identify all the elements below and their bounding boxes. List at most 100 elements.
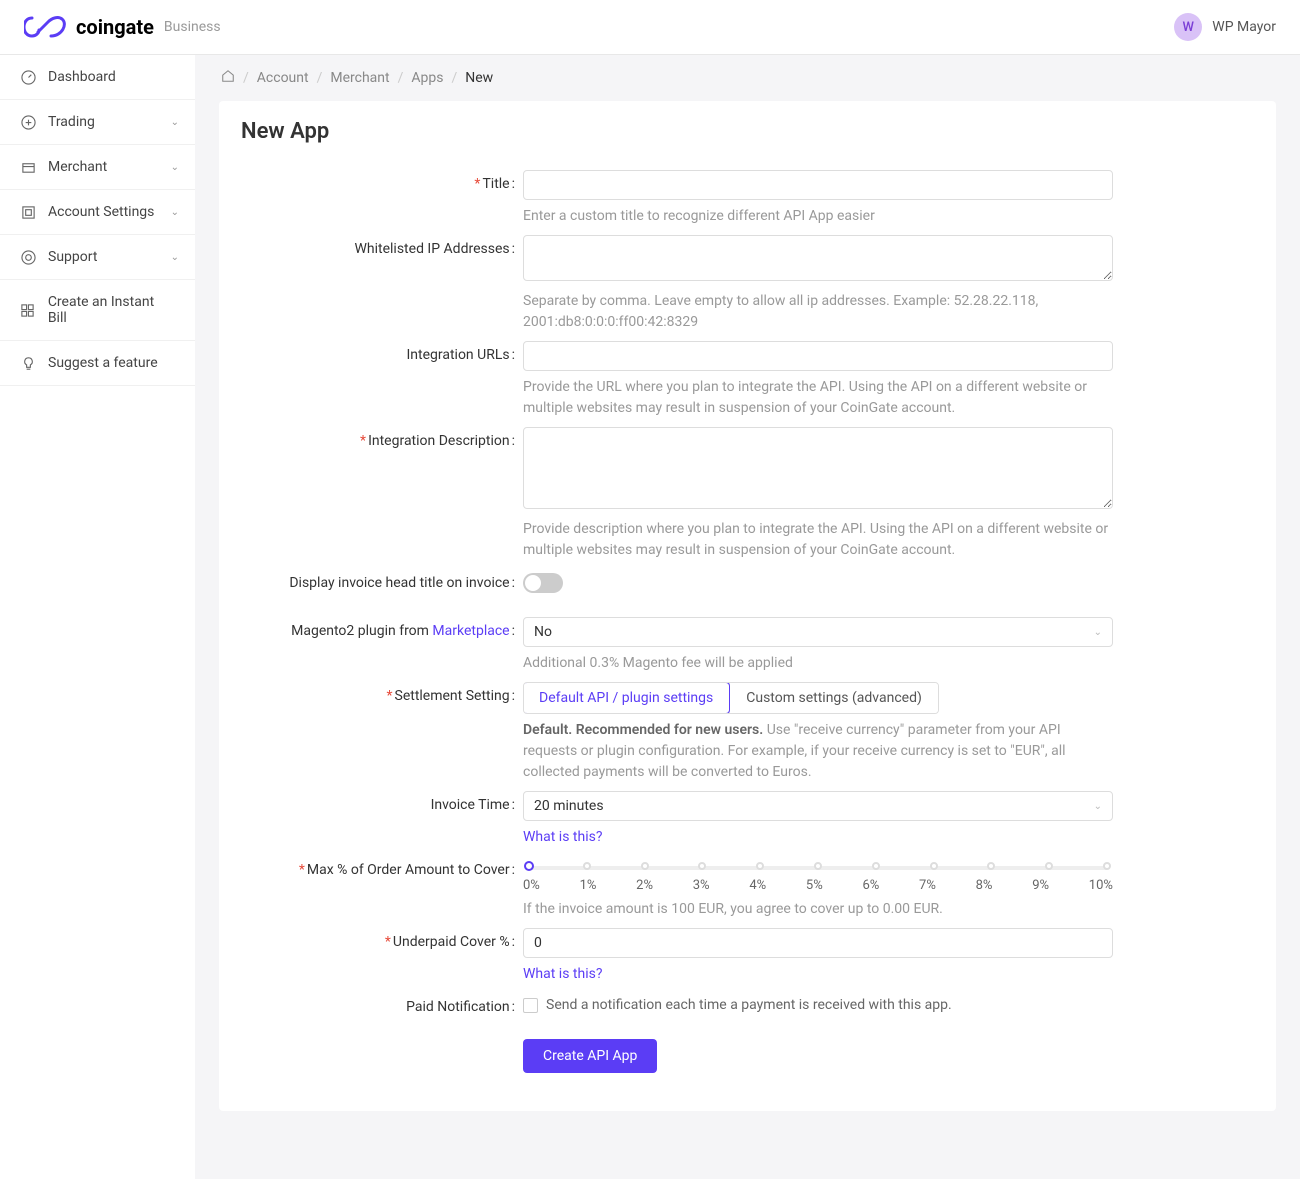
display-invoice-toggle[interactable] [523, 573, 563, 593]
slider-tick-label: 1% [580, 878, 597, 893]
breadcrumb-sep: / [243, 70, 249, 86]
slider-tick-label: 0% [523, 878, 540, 893]
underpaid-help-link[interactable]: What is this? [523, 966, 602, 982]
sidebar-item-support[interactable]: Support ⌄ [0, 235, 195, 280]
slider-tick-label: 10% [1089, 878, 1113, 893]
header: coingate Business W WP Mayor [0, 0, 1300, 55]
magento-help: Additional 0.3% Magento fee will be appl… [523, 653, 1113, 674]
slider-tick[interactable] [1103, 862, 1111, 870]
breadcrumb-account[interactable]: Account [257, 70, 309, 86]
slider-tick-label: 9% [1032, 878, 1049, 893]
display-invoice-label: Display invoice head title on invoice: [241, 569, 523, 593]
sidebar-item-label: Trading [48, 114, 95, 130]
paid-notification-label: Paid Notification: [241, 993, 523, 1015]
brand-text: coingate [76, 15, 154, 39]
avatar: W [1174, 13, 1202, 41]
slider-tick-label: 5% [806, 878, 823, 893]
title-label: *Title: [241, 170, 523, 227]
settlement-default-button[interactable]: Default API / plugin settings [523, 682, 730, 714]
form-card: New App *Title: Enter a custom title to … [219, 101, 1276, 1111]
slider-tick[interactable] [930, 862, 938, 870]
slider-tick-label: 4% [749, 878, 766, 893]
bulb-icon [20, 355, 36, 371]
invoice-time-select[interactable]: 20 minutes⌄ [523, 791, 1113, 821]
invoice-time-label: Invoice Time: [241, 791, 523, 848]
merchant-icon [20, 159, 36, 175]
bill-icon [20, 302, 36, 318]
main-content: / Account / Merchant / Apps / New New Ap… [195, 55, 1300, 1179]
support-icon [20, 249, 36, 265]
settings-icon [20, 204, 36, 220]
slider-tick[interactable] [756, 862, 764, 870]
slider-tick[interactable] [583, 862, 591, 870]
slider-tick[interactable] [524, 861, 534, 871]
slider-tick-label: 8% [976, 878, 993, 893]
dashboard-icon [20, 69, 36, 85]
integration-urls-help: Provide the URL where you plan to integr… [523, 377, 1113, 419]
sidebar-item-dashboard[interactable]: Dashboard [0, 55, 195, 100]
underpaid-input[interactable] [523, 928, 1113, 958]
max-pct-help: If the invoice amount is 100 EUR, you ag… [523, 899, 1113, 920]
sidebar-item-suggest[interactable]: Suggest a feature [0, 341, 195, 386]
breadcrumb-sep: / [398, 70, 404, 86]
chevron-down-icon: ⌄ [171, 162, 179, 173]
title-input[interactable] [523, 170, 1113, 200]
breadcrumb-sep: / [451, 70, 457, 86]
slider-tick[interactable] [872, 862, 880, 870]
slider-tick[interactable] [641, 862, 649, 870]
slider-tick-label: 7% [919, 878, 936, 893]
chevron-down-icon: ⌄ [171, 207, 179, 218]
breadcrumb: / Account / Merchant / Apps / New [221, 69, 1276, 87]
breadcrumb-sep: / [317, 70, 323, 86]
trading-icon [20, 114, 36, 130]
sidebar-item-merchant[interactable]: Merchant ⌄ [0, 145, 195, 190]
create-api-app-button[interactable]: Create API App [523, 1039, 657, 1073]
sidebar-item-account-settings[interactable]: Account Settings ⌄ [0, 190, 195, 235]
whitelisted-help: Separate by comma. Leave empty to allow … [523, 291, 1113, 333]
logo-icon [24, 16, 66, 38]
slider-tick-label: 3% [693, 878, 710, 893]
brand-sub: Business [164, 19, 221, 35]
page-title: New App [241, 119, 1254, 144]
chevron-down-icon: ⌄ [171, 252, 179, 263]
chevron-down-icon: ⌄ [1094, 627, 1102, 638]
slider-tick[interactable] [698, 862, 706, 870]
slider-tick[interactable] [1045, 862, 1053, 870]
logo-block: coingate Business [24, 15, 221, 39]
integration-desc-label: *Integration Description: [241, 427, 523, 561]
integration-desc-input[interactable] [523, 427, 1113, 509]
whitelisted-input[interactable] [523, 235, 1113, 281]
slider-tick[interactable] [814, 862, 822, 870]
integration-urls-input[interactable] [523, 341, 1113, 371]
paid-notification-text: Send a notification each time a payment … [546, 997, 952, 1013]
integration-desc-help: Provide description where you plan to in… [523, 519, 1113, 561]
title-help: Enter a custom title to recognize differ… [523, 206, 1113, 227]
sidebar-item-trading[interactable]: Trading ⌄ [0, 100, 195, 145]
settlement-segment: Default API / plugin settings Custom set… [523, 682, 939, 714]
sidebar-item-label: Suggest a feature [48, 355, 158, 371]
slider-tick-label: 6% [862, 878, 879, 893]
breadcrumb-apps[interactable]: Apps [411, 70, 443, 86]
breadcrumb-merchant[interactable]: Merchant [330, 70, 389, 86]
sidebar: Dashboard Trading ⌄ Merchant ⌄ Account S… [0, 55, 195, 1179]
settlement-custom-button[interactable]: Custom settings (advanced) [729, 683, 938, 713]
max-pct-label: *Max % of Order Amount to Cover: [241, 856, 523, 920]
magento-label: Magento2 plugin from Marketplace: [241, 617, 523, 674]
breadcrumb-current: New [465, 70, 493, 86]
sidebar-item-label: Support [48, 249, 97, 265]
magento-select[interactable]: No⌄ [523, 617, 1113, 647]
invoice-time-help-link[interactable]: What is this? [523, 829, 602, 845]
sidebar-item-instant-bill[interactable]: Create an Instant Bill [0, 280, 195, 341]
sidebar-item-label: Account Settings [48, 204, 154, 220]
integration-urls-label: Integration URLs: [241, 341, 523, 419]
chevron-down-icon: ⌄ [1094, 801, 1102, 812]
user-name: WP Mayor [1212, 19, 1276, 35]
paid-notification-checkbox[interactable] [523, 998, 538, 1013]
home-icon[interactable] [221, 69, 235, 87]
underpaid-label: *Underpaid Cover %: [241, 928, 523, 985]
user-menu[interactable]: W WP Mayor [1174, 13, 1276, 41]
max-pct-slider[interactable]: 0%1%2%3%4%5%6%7%8%9%10% [523, 856, 1113, 893]
settlement-help: Default. Recommended for new users. Use … [523, 720, 1113, 783]
slider-tick[interactable] [987, 862, 995, 870]
marketplace-link[interactable]: Marketplace [432, 623, 509, 639]
